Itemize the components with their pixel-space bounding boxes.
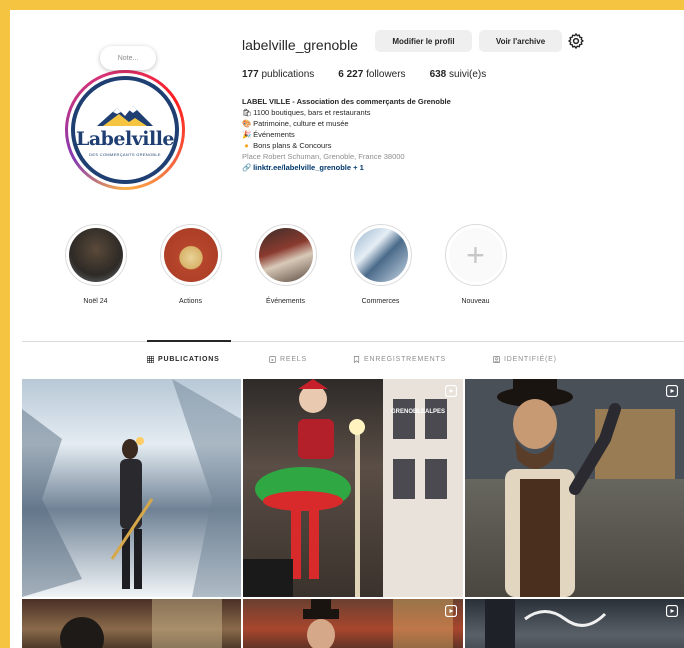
party-icon: 🎉 (242, 130, 252, 139)
post-thumbnail[interactable] (465, 599, 684, 648)
tagged-icon (493, 356, 500, 363)
mountain-logo-icon (97, 105, 153, 126)
bio-line: ● Bons plans & Concours (242, 140, 542, 151)
highlight-thumbnail (68, 228, 123, 282)
profile-bio: LABEL VILLE - Association des commerçant… (242, 96, 542, 173)
bio-address[interactable]: Place Robert Schuman, Grenoble, France 3… (242, 151, 542, 162)
reels-icon (269, 356, 276, 363)
plus-icon: + (448, 228, 503, 282)
link-icon: 🔗 (242, 163, 252, 172)
story-highlights: Noël 24 Actions Événements Commerces + N… (48, 224, 523, 305)
story-ring: Labelville DES COMMERÇANTS GRENOBLE (65, 70, 185, 190)
highlight-commerces[interactable]: Commerces (333, 224, 428, 305)
highlight-actions[interactable]: Actions (143, 224, 238, 305)
note-bubble[interactable]: Note... (100, 46, 156, 70)
post-thumbnail[interactable] (22, 599, 241, 648)
settings-gear-icon[interactable] (567, 32, 585, 50)
labelville-logo: Labelville DES COMMERÇANTS GRENOBLE (71, 76, 179, 184)
profile-avatar[interactable]: Labelville DES COMMERÇANTS GRENOBLE Note… (65, 46, 193, 190)
highlight-thumbnail (163, 228, 218, 282)
tab-saved[interactable]: ENREGISTREMENTS (353, 356, 493, 363)
following-stat[interactable]: 638 suivi(e)s (430, 69, 487, 80)
post-image (60, 599, 222, 648)
post-overlay-text: GRENOBLEALPES (391, 409, 446, 415)
highlight-noel[interactable]: Noël 24 (48, 224, 143, 305)
profile-tabs: PUBLICATIONS REELS ENREGISTREMENTS IDENT… (147, 356, 557, 363)
reel-icon (666, 605, 678, 617)
reel-icon (445, 605, 457, 617)
post-thumbnail[interactable]: GRENOBLEALPES (243, 379, 463, 597)
bio-line: 🛍 1100 boutiques, bars et restaurants (242, 108, 371, 117)
reel-icon (445, 385, 457, 397)
coin-icon: ● (244, 141, 249, 150)
grid-icon (147, 356, 154, 363)
highlight-evenements[interactable]: Événements (238, 224, 333, 305)
highlight-thumbnail (353, 228, 408, 282)
tab-reels[interactable]: REELS (269, 356, 353, 363)
post-image (465, 379, 684, 597)
bio-name: LABEL VILLE - Association des commerçant… (242, 97, 451, 106)
logo-subtext: DES COMMERÇANTS GRENOBLE (89, 151, 161, 157)
profile-page: Labelville DES COMMERÇANTS GRENOBLE Note… (10, 10, 684, 648)
view-archive-button[interactable]: Voir l'archive (479, 30, 562, 52)
post-image (303, 599, 453, 648)
bio-link[interactable]: 🔗 linktr.ee/labelville_grenoble + 1 (242, 162, 542, 173)
note-placeholder: Note... (117, 54, 139, 62)
bio-line: 🎨 Patrimoine, culture et musée (242, 119, 349, 128)
highlight-thumbnail (258, 228, 313, 282)
profile-username: labelville_grenoble (242, 37, 358, 53)
profile-stats: 177 publications 6 227 followers 638 sui… (242, 69, 486, 80)
reel-icon (666, 385, 678, 397)
post-thumbnail[interactable] (22, 379, 241, 597)
bio-line: 🎉 Événements (242, 130, 295, 139)
active-tab-indicator (147, 340, 231, 342)
palette-icon: 🎨 (242, 119, 252, 128)
post-thumbnail[interactable] (465, 379, 684, 597)
followers-stat[interactable]: 6 227 followers (338, 69, 405, 80)
tabs-divider (22, 341, 684, 342)
publications-stat[interactable]: 177 publications (242, 69, 314, 80)
tab-tagged[interactable]: IDENTIFIÉ(E) (493, 356, 557, 363)
post-thumbnail[interactable] (243, 599, 463, 648)
logo-text: Labelville (75, 127, 175, 150)
highlight-new[interactable]: + Nouveau (428, 224, 523, 305)
post-image (485, 599, 607, 648)
shop-icon: 🛍 (242, 108, 252, 117)
bookmark-icon (353, 356, 360, 363)
post-image (22, 379, 241, 597)
edit-profile-button[interactable]: Modifier le profil (375, 30, 472, 52)
tab-publications[interactable]: PUBLICATIONS (147, 356, 269, 363)
